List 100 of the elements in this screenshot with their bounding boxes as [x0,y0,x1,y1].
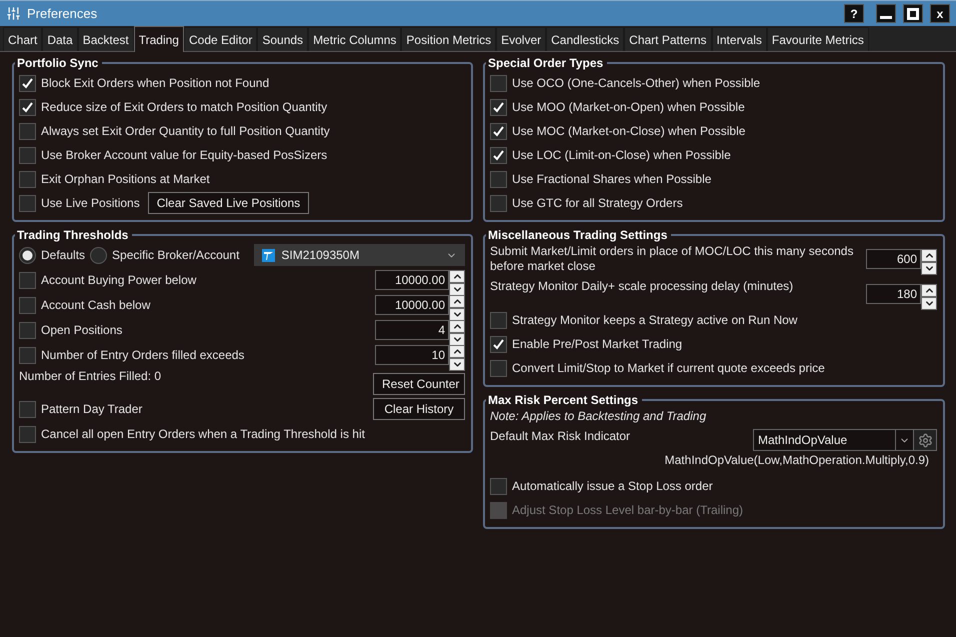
note-text: Note: Applies to Backtesting and Trading [490,409,708,423]
tab[interactable]: Code Editor [184,27,258,51]
minimize-button[interactable] [876,4,896,23]
option-label: Adjust Stop Loss Level bar-by-bar (Trailing) [512,503,743,517]
account-dropdown[interactable]: SIM2109350M [254,244,465,266]
checkbox[interactable] [19,400,36,418]
indicator-dropdown[interactable]: MathIndOpValue [754,430,896,450]
setting-label: Submit Market/Limit orders in place of MOC/LOC this many seconds before market close [490,244,854,274]
tab[interactable]: Backtest [78,27,134,51]
increment-button[interactable] [449,345,465,358]
checkbox[interactable] [490,478,507,494]
checkbox[interactable] [19,74,36,92]
tab[interactable]: Favourite Metrics [766,27,869,51]
settings-button[interactable] [914,430,936,450]
help-button[interactable]: ? [844,4,864,23]
option-label: Use Fractional Shares when Possible [512,172,712,186]
reset-counter-button[interactable]: Reset Counter [373,373,465,395]
clear-history-button[interactable]: Clear History [373,398,465,420]
option-label: Always set Exit Order Quantity to full Position Quantity [41,124,330,138]
increment-button[interactable] [449,295,465,308]
number-field[interactable]: 10000.00 [375,270,449,290]
option-label: Strategy Monitor keeps a Strategy active on Run Now [512,313,798,327]
indicator-formula: MathIndOpValue(Low,MathOperation.Multiply,0.9) [664,453,929,467]
settings-icon [918,432,932,448]
group-title: Max Risk Percent Settings [487,393,640,407]
option-label: Reduce size of Exit Orders to match Position Quantity [41,100,328,114]
group-title: Portfolio Sync [16,56,100,70]
number-field[interactable]: 600 [866,249,921,269]
group-title: Trading Thresholds [16,228,130,242]
decrement-button[interactable] [921,297,937,310]
checkbox[interactable] [19,272,36,288]
increment-button[interactable] [449,320,465,333]
checkbox[interactable] [490,122,507,140]
decrement-button[interactable] [449,283,465,296]
increment-button[interactable] [921,284,937,297]
option-label: Use LOC (Limit-on-Close) when Possible [512,148,731,162]
group-title: Miscellaneous Trading Settings [487,228,668,242]
checkbox[interactable] [19,322,36,338]
setting-label: Strategy Monitor Daily+ scale processing delay (minutes) [490,279,794,294]
radio-label: Defaults [41,248,86,262]
checkbox[interactable] [490,74,507,92]
increment-button[interactable] [921,249,937,262]
option-label: Block Exit Orders when Position not Found [41,76,270,90]
checkbox[interactable] [19,170,36,188]
checkbox[interactable] [19,98,36,116]
window-title: Preferences [27,6,98,21]
tab[interactable]: Chart [3,27,42,51]
clear-positions-button[interactable]: Clear Saved Live Positions [148,192,310,214]
option-label: Use Live Positions [41,196,140,210]
decrement-button[interactable] [921,262,937,275]
decrement-button[interactable] [449,308,465,321]
checkbox[interactable] [19,194,36,212]
checkbox[interactable] [19,426,36,442]
option-label: Enable Pre/Post Market Trading [512,337,682,351]
number-field[interactable]: 10000.00 [375,295,449,315]
tab[interactable]: Sounds [257,27,308,51]
checkbox[interactable] [490,312,507,328]
tab[interactable]: Chart Patterns [624,27,712,51]
tab[interactable]: Evolver [496,27,546,51]
option-label: Use OCO (One-Cancels-Other) when Possible [512,76,760,90]
radio-label: Specific Broker/Account [112,248,240,262]
option-label: Use GTC for all Strategy Orders [512,196,683,210]
maximize-button[interactable] [903,4,923,23]
decrement-button[interactable] [449,358,465,371]
tab[interactable]: Data [42,27,78,51]
minimize-icon [880,16,892,19]
checkbox[interactable] [490,360,507,376]
number-field[interactable]: 10 [375,345,449,365]
option-label: Exit Orphan Positions at Market [41,172,210,186]
option-label: Convert Limit/Stop to Market if current quote exceeds price [512,361,825,375]
tab[interactable]: Trading [134,26,184,52]
close-button[interactable]: x [930,4,950,23]
option-label: Use MOO (Market-on-Open) when Possible [512,100,745,114]
decrement-button[interactable] [449,333,465,346]
number-field[interactable]: 4 [375,320,449,340]
radio-button[interactable] [19,246,36,264]
checkbox[interactable] [490,98,507,116]
number-field[interactable]: 180 [866,284,921,304]
option-label: Cancel all open Entry Orders when a Trading Threshold is hit [41,427,365,441]
checkbox[interactable] [490,194,507,212]
checkbox[interactable] [490,146,507,164]
tab[interactable]: Candlesticks [546,27,624,51]
option-label: Account Buying Power below [41,273,196,287]
sliders-icon [6,6,21,21]
setting-label: Default Max Risk Indicator [490,429,630,443]
option-label: Use Broker Account value for Equity-based PosSizers [41,148,328,162]
checkbox[interactable] [19,122,36,140]
checkbox[interactable] [19,146,36,164]
checkbox[interactable] [19,346,36,364]
dropdown-button[interactable] [896,430,914,450]
checkbox[interactable] [490,336,507,352]
increment-button[interactable] [449,270,465,283]
checkbox[interactable] [19,296,36,314]
checkbox[interactable] [490,170,507,188]
maximize-icon [907,8,919,20]
tab[interactable]: Position Metrics [401,27,496,51]
option-label: Use MOC (Market-on-Close) when Possible [512,124,746,138]
radio-button[interactable] [90,246,108,264]
tab[interactable]: Metric Columns [308,27,402,51]
tab[interactable]: Intervals [712,27,767,51]
